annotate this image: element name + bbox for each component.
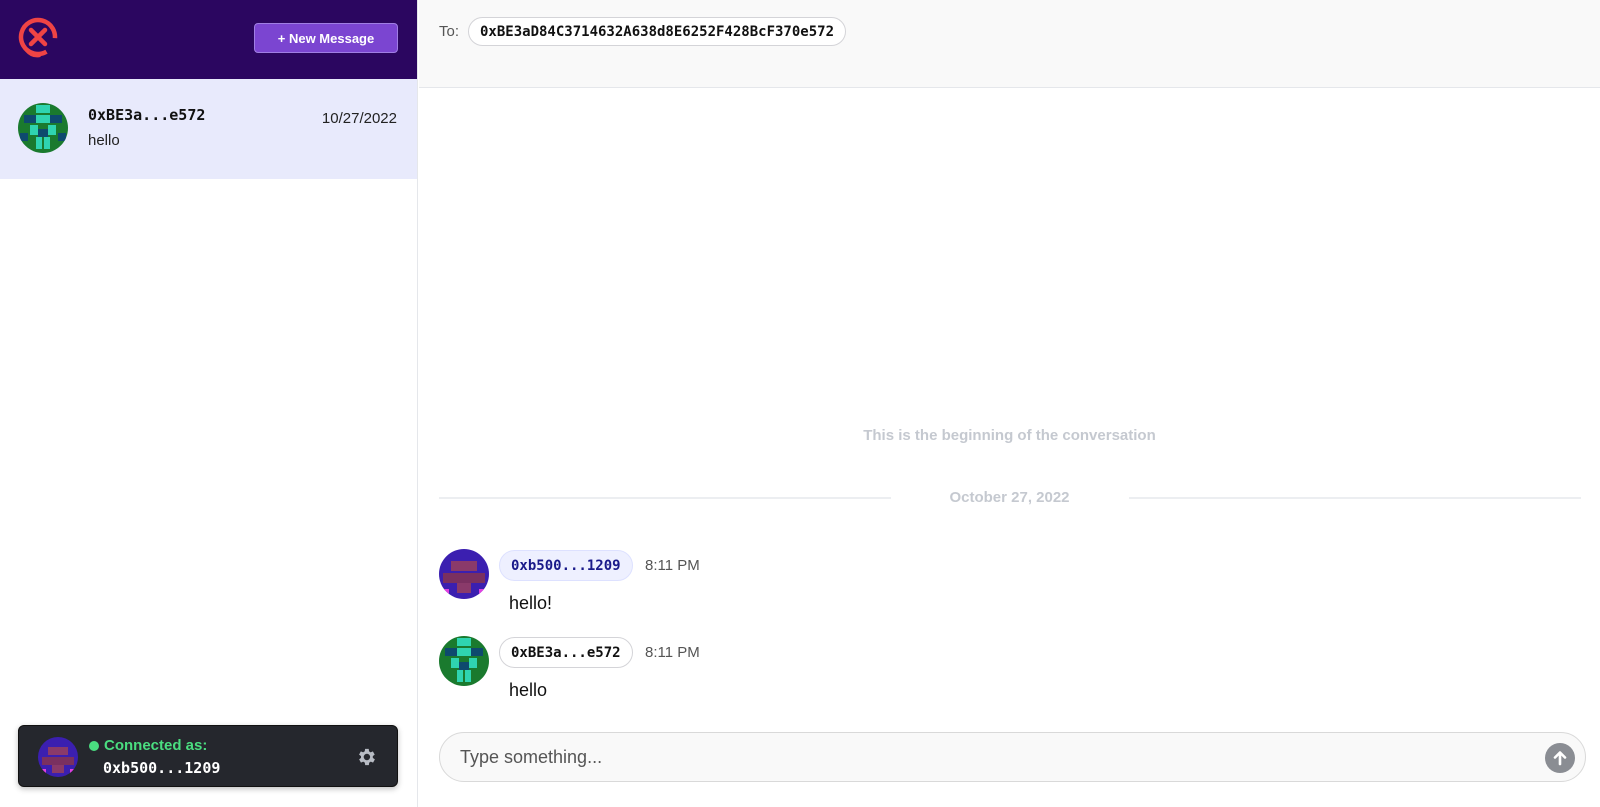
connected-status-card: Connected as: 0xb500...1209 [18, 725, 398, 787]
conversation-panel: To: 0xBE3aD84C3714632A638d8E6252F428BcF3… [419, 0, 1600, 807]
message-text: hello! [509, 593, 553, 613]
sidebar: + New Message 0xBE3a...e572 hello 10/27/… [0, 0, 418, 807]
conversation-preview: hello [88, 132, 120, 149]
to-label: To: [439, 23, 460, 40]
divider-line-right [1129, 497, 1581, 499]
sidebar-header: + New Message [0, 0, 417, 79]
avatar [18, 103, 68, 153]
conversation-start-note: This is the beginning of the conversatio… [863, 427, 1156, 444]
send-button[interactable] [1545, 743, 1575, 773]
conversation-address: 0xBE3a...e572 [88, 106, 206, 124]
new-message-button[interactable]: + New Message [254, 23, 398, 53]
send-arrow-icon [1553, 751, 1567, 766]
message-time: 8:11 PM [645, 644, 700, 661]
message-composer [439, 732, 1586, 782]
gear-icon[interactable] [355, 746, 377, 768]
connected-label: Connected as: [104, 737, 208, 754]
conversation-item[interactable]: 0xBE3a...e572 hello 10/27/2022 [0, 79, 417, 179]
avatar [38, 737, 78, 777]
avatar[interactable] [439, 636, 489, 686]
message-time: 8:11 PM [645, 557, 700, 574]
recipient-address-pill[interactable]: 0xBE3aD84C3714632A638d8E6252F428BcF370e5… [468, 17, 847, 46]
connected-address: 0xb500...1209 [103, 759, 221, 777]
message-input[interactable] [460, 733, 1520, 781]
sender-address-pill[interactable]: 0xb500...1209 [499, 550, 633, 581]
recipient-bar: To: 0xBE3aD84C3714632A638d8E6252F428BcF3… [419, 0, 1600, 88]
sender-address-pill[interactable]: 0xBE3a...e572 [499, 637, 633, 668]
conversation-date: 10/27/2022 [321, 110, 397, 127]
online-status-dot [89, 741, 99, 751]
xmtp-logo-icon[interactable] [17, 17, 59, 59]
avatar[interactable] [439, 549, 489, 599]
message-text: hello [509, 680, 548, 700]
